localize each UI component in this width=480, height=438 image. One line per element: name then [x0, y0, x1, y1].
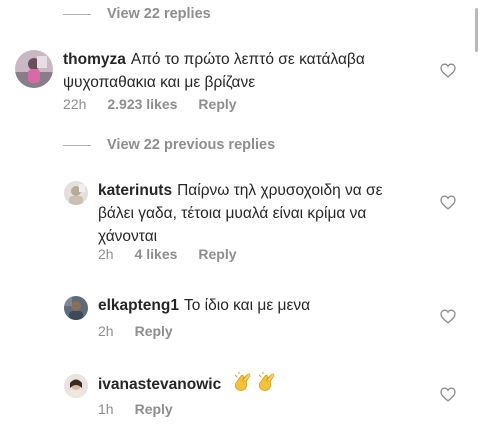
divider-dash — [63, 144, 91, 146]
comment-text: elkapteng1 Το ίδιο και με μενα — [98, 294, 438, 317]
likes-count[interactable]: 4 likes — [135, 246, 178, 262]
avatar[interactable] — [64, 296, 88, 320]
username[interactable]: elkapteng1 — [98, 297, 179, 314]
reply-button[interactable]: Reply — [198, 246, 236, 262]
timestamp: 2h — [98, 323, 114, 339]
comment-text: thomyza Από το πρώτο λεπτό σε κατάλαβα ψυ… — [63, 48, 433, 94]
comment-meta: 2h 4 likes Reply — [98, 246, 258, 262]
comment-meta: 22h 2.923 likes Reply — [63, 96, 258, 112]
timestamp: 22h — [63, 96, 87, 112]
comment-line: ψυχοπαθακια και με βρίζανε — [63, 74, 256, 91]
avatar[interactable] — [64, 181, 88, 205]
clapping-hands-icon — [233, 371, 279, 400]
reply-button[interactable]: Reply — [198, 96, 236, 112]
comment-line: χάνονται — [98, 228, 158, 245]
divider-dash — [63, 13, 91, 15]
comment-meta: 1h Reply — [98, 401, 194, 417]
heart-outline-icon[interactable] — [440, 63, 456, 78]
heart-outline-icon[interactable] — [440, 387, 456, 402]
username[interactable]: katerinuts — [98, 182, 172, 199]
view-previous-replies-link[interactable]: View 22 previous replies — [63, 137, 275, 153]
reply-button[interactable]: Reply — [135, 323, 173, 339]
comment-line: Από το πρώτο λεπτό σε κατάλαβα — [130, 51, 365, 68]
view-replies-link[interactable]: View 22 replies — [63, 6, 211, 22]
comment-meta: 2h Reply — [98, 323, 194, 339]
username[interactable]: ivanastevanowic — [98, 376, 221, 393]
timestamp: 1h — [98, 401, 114, 417]
reply-button[interactable]: Reply — [135, 401, 173, 417]
comment-text: ivanastevanowic — [98, 371, 438, 400]
heart-outline-icon[interactable] — [440, 309, 456, 324]
view-previous-replies-label: View 22 previous replies — [107, 137, 276, 153]
comment-line: Παίρνω τηλ χρυσοχοιδη να σε — [177, 182, 383, 199]
avatar[interactable] — [15, 50, 53, 88]
scrollbar[interactable] — [475, 8, 478, 52]
username[interactable]: thomyza — [63, 51, 126, 68]
likes-count[interactable]: 2.923 likes — [107, 96, 177, 112]
view-replies-label: View 22 replies — [107, 6, 211, 22]
comment-line: Το ίδιο και με μενα — [183, 297, 311, 314]
comment-text: katerinuts Παίρνω τηλ χρυσοχοιδη να σε βά… — [98, 179, 438, 248]
comment-line: βάλει γαδα, τέτοια μυαλά είναι κρίμα να — [98, 205, 367, 222]
timestamp: 2h — [98, 246, 114, 262]
heart-outline-icon[interactable] — [440, 195, 456, 210]
avatar[interactable] — [64, 374, 88, 398]
